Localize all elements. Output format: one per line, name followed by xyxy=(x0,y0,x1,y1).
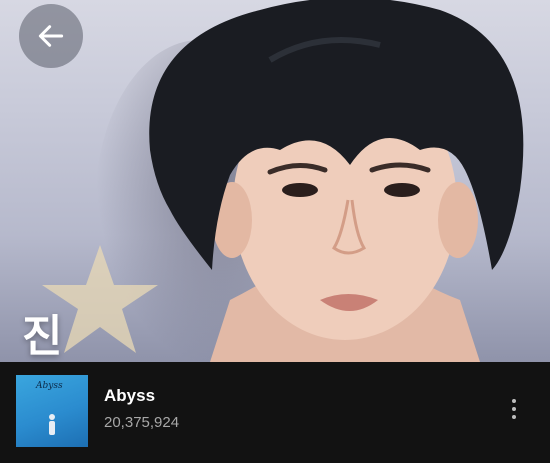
more-vertical-icon xyxy=(512,399,516,403)
more-vertical-icon xyxy=(512,407,516,411)
artist-name: 진 xyxy=(22,312,64,361)
artist-photo xyxy=(149,0,524,362)
cover-figure-image xyxy=(49,414,55,435)
artist-hero: 진 xyxy=(0,0,550,362)
track-row[interactable]: Abyss Abyss 20,375,924 xyxy=(0,362,550,463)
track-play-count: 20,375,924 xyxy=(104,414,180,431)
arrow-left-icon xyxy=(38,25,64,47)
track-cover: Abyss xyxy=(16,375,88,447)
more-vertical-icon xyxy=(512,415,516,419)
cover-title: Abyss xyxy=(36,381,63,391)
track-title: Abyss xyxy=(104,386,156,405)
back-button[interactable] xyxy=(19,4,83,68)
more-options-button[interactable] xyxy=(502,394,526,424)
